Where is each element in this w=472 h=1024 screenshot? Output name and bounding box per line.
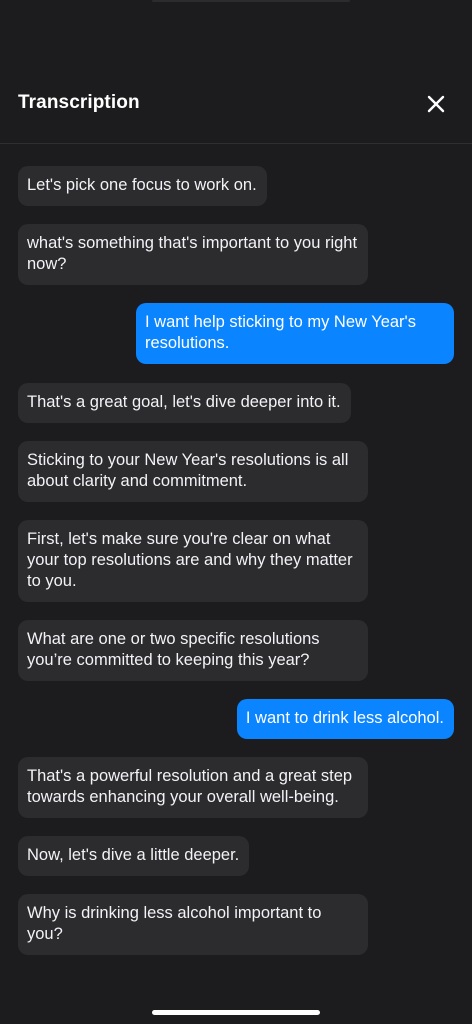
assistant-message: Now, let's dive a little deeper. xyxy=(18,836,454,876)
message-bubble: That's a powerful resolution and a great… xyxy=(18,757,368,818)
sheet-top-edge xyxy=(152,0,350,2)
message-bubble: What are one or two specific resolutions… xyxy=(18,620,368,681)
assistant-message: Let's pick one focus to work on. xyxy=(18,166,454,206)
message-bubble: That's a great goal, let's dive deeper i… xyxy=(18,383,351,423)
message-bubble: Sticking to your New Year's resolutions … xyxy=(18,441,368,502)
assistant-message: What are one or two specific resolutions… xyxy=(18,620,454,681)
message-bubble: I want to drink less alcohol. xyxy=(236,699,454,739)
user-message: I want help sticking to my New Year's re… xyxy=(18,303,454,364)
home-indicator[interactable] xyxy=(152,1010,320,1015)
assistant-message: what's something that's important to you… xyxy=(18,224,454,285)
assistant-message: Why is drinking less alcohol important t… xyxy=(18,894,454,955)
user-message: I want to drink less alcohol. xyxy=(18,699,454,739)
page-title: Transcription xyxy=(18,92,140,113)
message-list: Let's pick one focus to work on. what's … xyxy=(18,166,454,955)
message-bubble: Let's pick one focus to work on. xyxy=(18,166,267,206)
assistant-message: That's a great goal, let's dive deeper i… xyxy=(18,383,454,423)
message-bubble: Why is drinking less alcohol important t… xyxy=(18,894,368,955)
assistant-message: That's a powerful resolution and a great… xyxy=(18,757,454,818)
message-bubble: First, let's make sure you're clear on w… xyxy=(18,520,368,602)
assistant-message: Sticking to your New Year's resolutions … xyxy=(18,441,454,502)
close-icon xyxy=(427,95,445,113)
assistant-message: First, let's make sure you're clear on w… xyxy=(18,520,454,602)
message-bubble: what's something that's important to you… xyxy=(18,224,368,285)
transcription-header: Transcription xyxy=(0,80,472,144)
message-bubble: Now, let's dive a little deeper. xyxy=(18,836,250,876)
transcription-screen: Transcription Let's pick one focus to wo… xyxy=(0,0,472,1024)
message-bubble: I want help sticking to my New Year's re… xyxy=(136,303,454,364)
close-button[interactable] xyxy=(424,92,448,116)
